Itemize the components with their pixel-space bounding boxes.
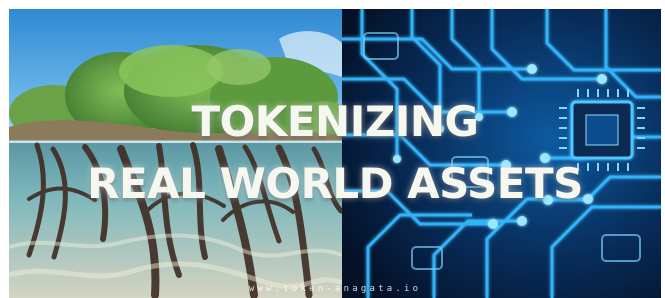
hero-banner: TOKENIZING REAL WORLD ASSETS www.token-a… [9, 9, 661, 298]
headline-line-2: REAL WORLD ASSETS [87, 159, 583, 208]
mangrove-scene-svg [9, 9, 342, 298]
circuit-board-photo [342, 9, 661, 298]
mangrove-photo [9, 9, 342, 298]
headline-line-1: TOKENIZING [191, 97, 479, 146]
website-watermark: www.token-anagata.io [248, 284, 422, 294]
circuit-scene-svg [342, 9, 661, 298]
